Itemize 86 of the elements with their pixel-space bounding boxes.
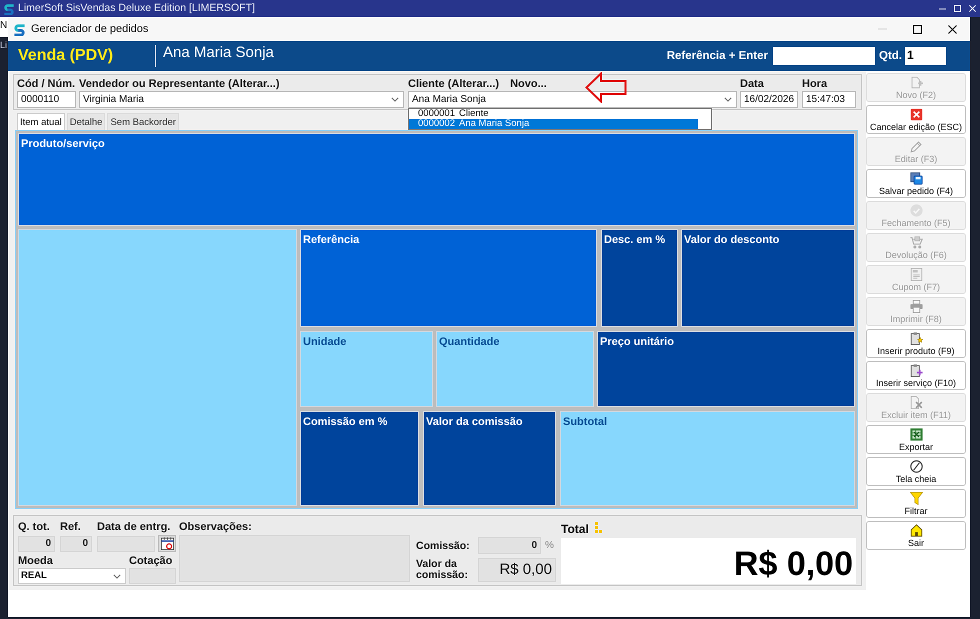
save-icon	[910, 172, 922, 185]
app-title: LimerSoft SisVendas Deluxe Edition [LIMERSOFT]	[18, 2, 255, 15]
reference-field[interactable]	[773, 47, 875, 65]
text-field[interactable]: 0000110	[17, 91, 76, 108]
circle-slash-icon	[910, 460, 922, 473]
clipboard-plus-icon	[910, 364, 922, 377]
field-label: Data	[740, 78, 764, 91]
tile-label: Subtotal	[563, 416, 607, 429]
field-label: Ref.	[60, 521, 81, 533]
date-picker-button[interactable]	[158, 535, 176, 552]
filter-icon	[910, 492, 922, 505]
tile-label: Valor do desconto	[684, 234, 780, 247]
text-field[interactable]: 15:47:03	[802, 91, 856, 108]
unit-label: %	[545, 540, 554, 552]
toolbar-button[interactable]: Filtrar	[866, 489, 966, 518]
receipt-icon	[910, 268, 922, 281]
check-circle-icon	[910, 204, 922, 217]
field-label: Data de entrg.	[97, 521, 170, 533]
field-label: Observações:	[179, 521, 252, 533]
field-label: Total	[561, 523, 589, 536]
left-arrow-icon	[585, 72, 627, 103]
commission-value-field[interactable]: R$ 0,00	[478, 558, 556, 582]
toolbar-button[interactable]: Inserir serviço (F10)	[866, 361, 966, 390]
dots-icon	[594, 522, 602, 533]
toolbar-button[interactable]: Inserir produto (F9)	[866, 329, 966, 358]
field-label: Moeda	[18, 555, 53, 567]
page-x-icon	[910, 396, 922, 409]
page-plus-icon	[910, 76, 922, 89]
customer-name: Ana Maria Sonja	[163, 44, 274, 62]
tile-label: Desc. em %	[604, 234, 666, 247]
toolbar-button[interactable]: Cancelar edição (ESC)	[866, 105, 966, 134]
field-label: Cliente (Alterar...)	[408, 78, 500, 91]
toolbar-button[interactable]: Sair	[866, 521, 966, 550]
tile-label: Unidade	[303, 336, 346, 349]
pencil-icon	[910, 140, 922, 153]
field-label: Cód / Núm.	[17, 78, 76, 91]
minimize-icon	[939, 8, 946, 10]
window-title: Gerenciador de pedidos	[31, 22, 148, 36]
field-label: Hora	[802, 78, 828, 91]
text-field[interactable]: 16/02/2026	[740, 91, 798, 108]
combo-box[interactable]: Ana Maria Sonja	[408, 91, 737, 108]
field-label: Qtd.	[879, 49, 902, 63]
tile-label: Preço unitário	[600, 336, 674, 349]
cart-icon	[910, 236, 922, 249]
app-logo-icon	[3, 2, 15, 14]
chevron-down-icon	[113, 574, 121, 578]
chevron-down-icon	[391, 97, 399, 102]
field-label: Referência + Enter	[666, 49, 768, 63]
reference-count-field[interactable]: 0	[60, 536, 92, 552]
printer-icon	[910, 300, 922, 313]
toolbar-button[interactable]: Salvar pedido (F4)	[866, 169, 966, 198]
tab[interactable]: Item atual	[17, 113, 65, 130]
dropdown-option[interactable]: 0000002 Ana Maria Sonja	[409, 119, 698, 129]
toolbar-button[interactable]: Tela cheia	[866, 457, 966, 486]
tile-label: Referência	[303, 234, 360, 247]
maximize-icon	[954, 5, 961, 12]
app-logo-icon	[13, 22, 26, 36]
toolbar-button[interactable]: Exportar	[866, 425, 966, 454]
tab[interactable]: Sem Backorder	[107, 113, 179, 130]
quantity-total-field[interactable]: 0	[18, 536, 55, 552]
background-window-text: Li	[0, 40, 8, 50]
exchange-rate-field[interactable]	[129, 568, 176, 584]
house-icon	[910, 524, 922, 537]
combo-box[interactable]: Virginia Maria	[79, 91, 404, 108]
close-icon	[969, 5, 976, 12]
total-display: R$ 0,00	[561, 538, 856, 584]
commission-field[interactable]: 0	[478, 537, 541, 554]
background-window-text: N	[0, 20, 8, 31]
tile-label: Quantidade	[439, 336, 500, 349]
currency-dropdown[interactable]: REAL	[18, 568, 126, 584]
tab[interactable]: Detalhe	[66, 113, 106, 130]
field-label: Comissão:	[416, 540, 471, 552]
spreadsheet-icon	[910, 428, 922, 441]
field-label: Q. tot.	[18, 521, 50, 533]
chevron-down-icon	[724, 97, 732, 102]
field-label: Vendedor ou Representante (Alterar...)	[79, 78, 280, 91]
tile-label: Valor da comissão	[426, 416, 523, 429]
field-label: Cotação	[129, 555, 172, 567]
tile-label: Comissão em %	[303, 416, 388, 429]
x-square-icon	[910, 108, 922, 121]
calendar-icon	[160, 537, 174, 550]
new-client-link[interactable]: Novo...	[510, 78, 547, 91]
mode-title: Venda (PDV)	[18, 46, 114, 66]
quantity-field[interactable]: 1	[905, 47, 946, 65]
tile-label: Produto/serviço	[21, 138, 105, 151]
field-label: Valor da comissão:	[416, 559, 469, 581]
